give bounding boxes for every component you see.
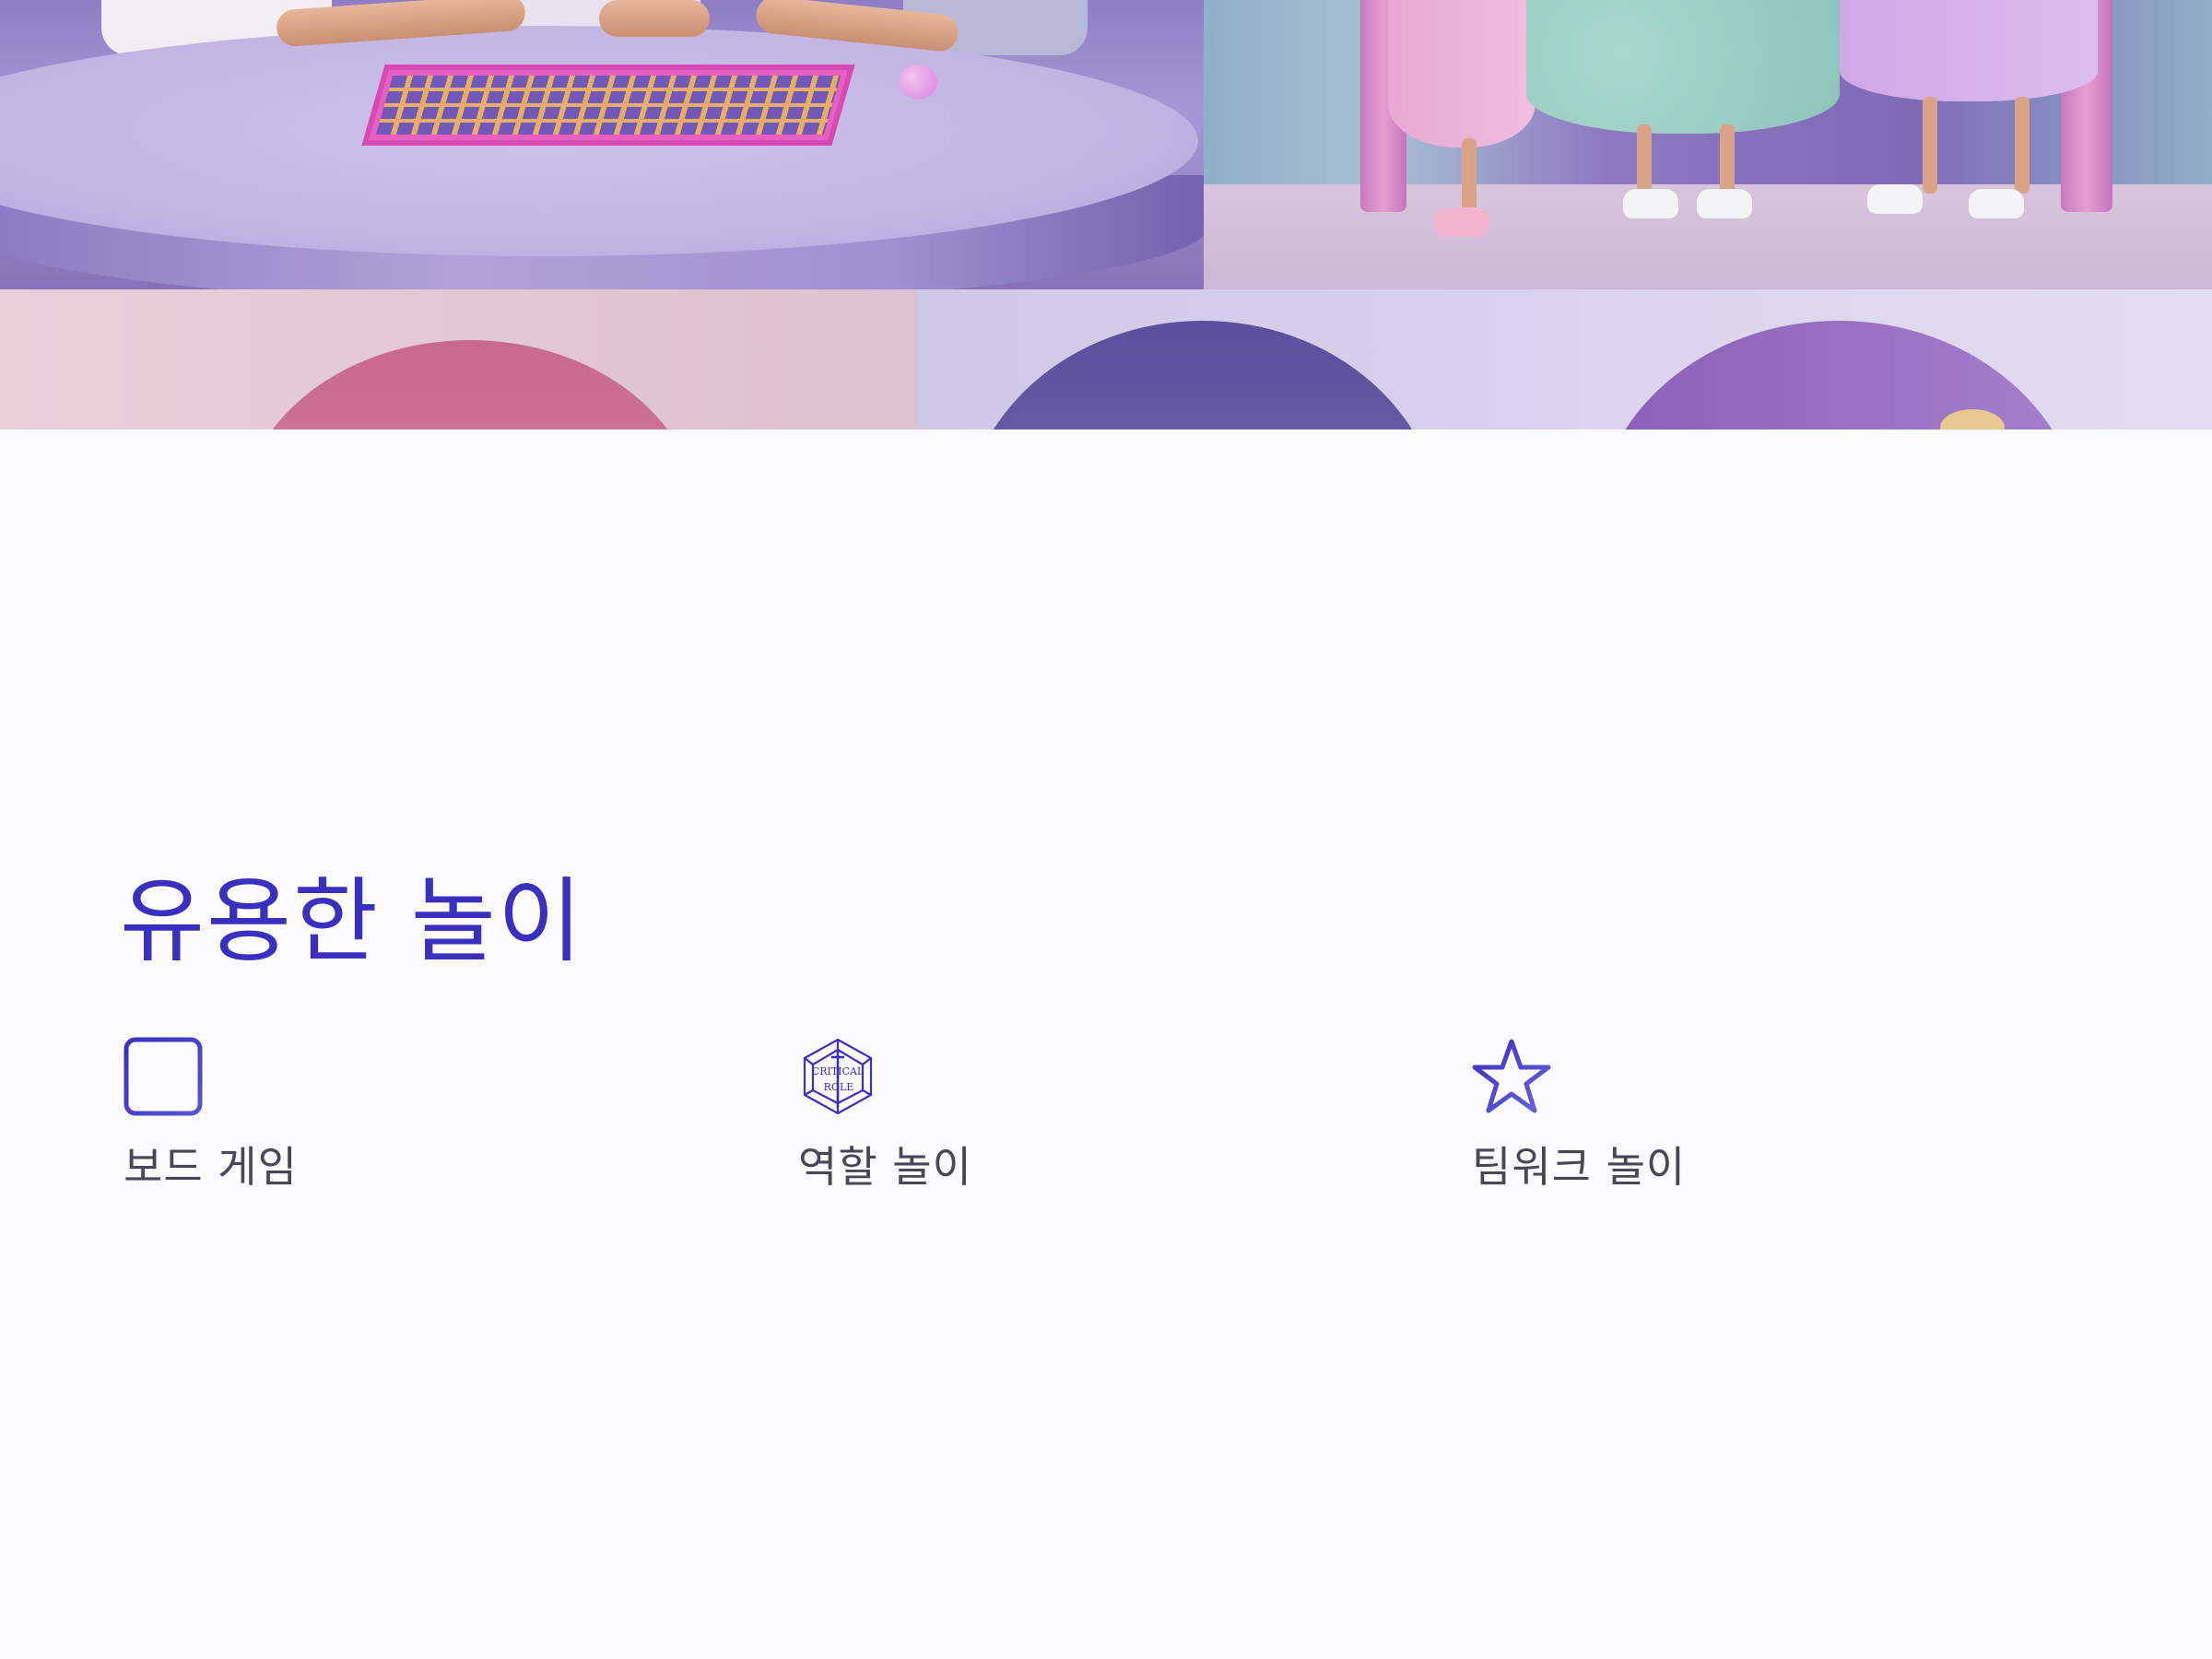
arch-photo (1535, 289, 2212, 429)
hero-image (0, 0, 2212, 429)
shoe (1697, 189, 1752, 218)
board-game-photo (0, 0, 1204, 289)
icon-text-critical: CRITICAL (812, 1065, 865, 1077)
grid-board-icon (124, 1037, 203, 1116)
feature-role-play: CRITICAL ROLE 역할 놀이 (798, 1037, 1204, 1193)
critical-role-d20-icon: CRITICAL ROLE (798, 1037, 877, 1116)
dresses-photo (1204, 0, 2212, 289)
arch-photo (0, 289, 917, 429)
icon-text-role: ROLE (824, 1081, 854, 1093)
lilac-dress (1840, 0, 2098, 101)
child-hand (599, 0, 710, 37)
feature-label: 보드 게임 (124, 1142, 298, 1192)
shoe (1867, 184, 1923, 214)
section-title: 유용한 놀이 (120, 867, 584, 975)
feature-teamwork: 팀워크 놀이 (1472, 1037, 1877, 1193)
feature-label: 역할 놀이 (798, 1142, 972, 1192)
shoe (1969, 189, 2024, 218)
star-icon (1472, 1037, 1551, 1116)
game-piece (899, 65, 937, 100)
pink-dress (1388, 0, 1535, 147)
feature-board-game: 보드 게임 (124, 1037, 529, 1193)
game-board (361, 65, 855, 146)
floral-dress (1526, 0, 1840, 134)
shoe (1434, 207, 1489, 237)
feature-label: 팀워크 놀이 (1472, 1142, 1687, 1192)
page: 유용한 놀이 보드 게임 CRITICAL ROLE 역할 놀이 팀워크 놀이 (0, 0, 2212, 1659)
arch-photo (917, 289, 1535, 429)
shoe (1623, 189, 1678, 218)
